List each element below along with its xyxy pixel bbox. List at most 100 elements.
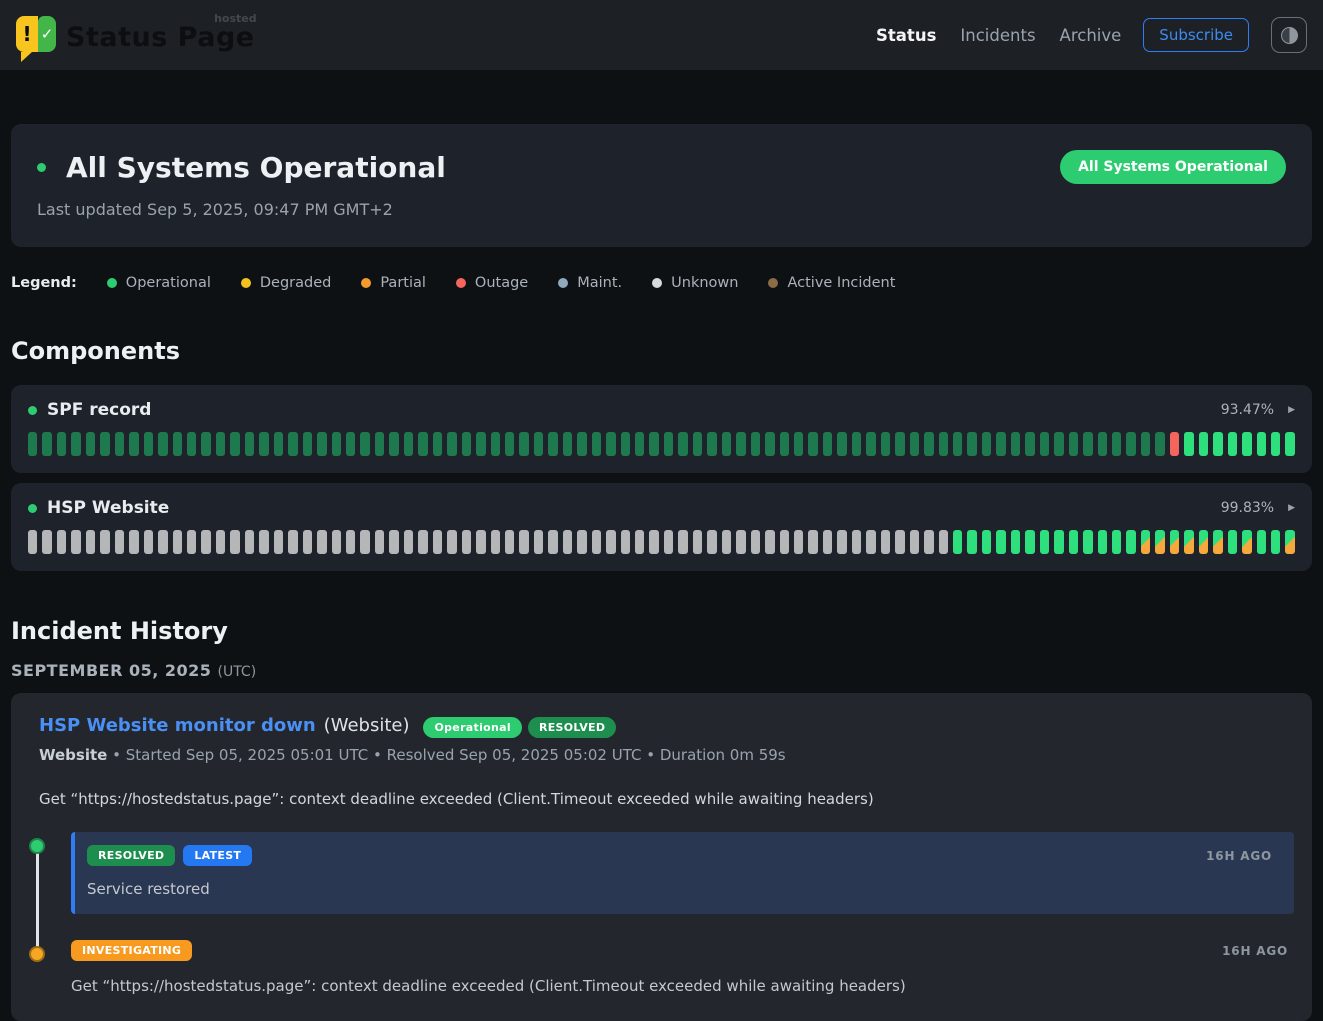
uptime-bar-empty[interactable] bbox=[173, 530, 182, 554]
uptime-bar-empty[interactable] bbox=[765, 530, 774, 554]
uptime-bar-up[interactable] bbox=[1199, 432, 1208, 456]
uptime-bar-dim[interactable] bbox=[592, 432, 601, 456]
uptime-bar-up[interactable] bbox=[1083, 530, 1092, 554]
uptime-bar-dim[interactable] bbox=[360, 432, 369, 456]
uptime-bar-dim[interactable] bbox=[144, 432, 153, 456]
uptime-bar-dim[interactable] bbox=[1126, 432, 1135, 456]
uptime-bar-dim[interactable] bbox=[967, 432, 976, 456]
uptime-bar-dim[interactable] bbox=[881, 432, 890, 456]
uptime-bar-empty[interactable] bbox=[230, 530, 239, 554]
uptime-bar-empty[interactable] bbox=[910, 530, 919, 554]
uptime-bar-up[interactable] bbox=[1025, 530, 1034, 554]
uptime-bar-empty[interactable] bbox=[635, 530, 644, 554]
uptime-bar-up[interactable] bbox=[1257, 530, 1266, 554]
uptime-bar-up[interactable] bbox=[1069, 530, 1078, 554]
uptime-bar-dim[interactable] bbox=[71, 432, 80, 456]
uptime-bar-dim[interactable] bbox=[751, 432, 760, 456]
uptime-bar-dim[interactable] bbox=[621, 432, 630, 456]
nav-item-archive[interactable]: Archive bbox=[1060, 26, 1122, 45]
uptime-bar-mixed[interactable] bbox=[1184, 530, 1193, 554]
uptime-bar-up[interactable] bbox=[953, 530, 962, 554]
uptime-bar-dim[interactable] bbox=[259, 432, 268, 456]
uptime-bar-empty[interactable] bbox=[621, 530, 630, 554]
uptime-bar-dim[interactable] bbox=[1155, 432, 1164, 456]
uptime-bar-empty[interactable] bbox=[866, 530, 875, 554]
uptime-bar-empty[interactable] bbox=[939, 530, 948, 554]
uptime-bar-mixed[interactable] bbox=[1141, 530, 1150, 554]
uptime-bar-empty[interactable] bbox=[245, 530, 254, 554]
uptime-bar-empty[interactable] bbox=[389, 530, 398, 554]
uptime-bar-dim[interactable] bbox=[953, 432, 962, 456]
uptime-bar-empty[interactable] bbox=[360, 530, 369, 554]
uptime-bar-dim[interactable] bbox=[173, 432, 182, 456]
uptime-bar-empty[interactable] bbox=[505, 530, 514, 554]
uptime-bar-empty[interactable] bbox=[346, 530, 355, 554]
uptime-bar-dim[interactable] bbox=[852, 432, 861, 456]
uptime-bar-dim[interactable] bbox=[332, 432, 341, 456]
uptime-bar-dim[interactable] bbox=[303, 432, 312, 456]
uptime-bar-dim[interactable] bbox=[1011, 432, 1020, 456]
uptime-bar-dim[interactable] bbox=[794, 432, 803, 456]
uptime-bar-up[interactable] bbox=[1257, 432, 1266, 456]
uptime-bar-dim[interactable] bbox=[722, 432, 731, 456]
uptime-bar-dim[interactable] bbox=[519, 432, 528, 456]
uptime-bar-empty[interactable] bbox=[100, 530, 109, 554]
expand-arrow-icon[interactable]: ▶ bbox=[1288, 405, 1295, 415]
uptime-bar-dim[interactable] bbox=[1069, 432, 1078, 456]
uptime-bar-dim[interactable] bbox=[404, 432, 413, 456]
uptime-bar-dim[interactable] bbox=[201, 432, 210, 456]
uptime-bar-empty[interactable] bbox=[548, 530, 557, 554]
uptime-bar-empty[interactable] bbox=[780, 530, 789, 554]
uptime-bar-dim[interactable] bbox=[823, 432, 832, 456]
nav-item-incidents[interactable]: Incidents bbox=[960, 26, 1035, 45]
uptime-bar-dim[interactable] bbox=[678, 432, 687, 456]
uptime-bar-empty[interactable] bbox=[577, 530, 586, 554]
uptime-bar-mixed[interactable] bbox=[1285, 530, 1294, 554]
uptime-bar-up[interactable] bbox=[1285, 432, 1294, 456]
uptime-bar-dim[interactable] bbox=[765, 432, 774, 456]
uptime-bar-dim[interactable] bbox=[707, 432, 716, 456]
uptime-bar-up[interactable] bbox=[1040, 530, 1049, 554]
uptime-bar-empty[interactable] bbox=[476, 530, 485, 554]
uptime-bar-dim[interactable] bbox=[28, 432, 37, 456]
uptime-bar-dim[interactable] bbox=[418, 432, 427, 456]
uptime-bar-dim[interactable] bbox=[693, 432, 702, 456]
uptime-bar-dim[interactable] bbox=[924, 432, 933, 456]
uptime-bar-dim[interactable] bbox=[577, 432, 586, 456]
uptime-bar-empty[interactable] bbox=[144, 530, 153, 554]
uptime-bar-empty[interactable] bbox=[823, 530, 832, 554]
uptime-bar-empty[interactable] bbox=[736, 530, 745, 554]
uptime-bar-dim[interactable] bbox=[534, 432, 543, 456]
uptime-bar-empty[interactable] bbox=[462, 530, 471, 554]
uptime-bar-dim[interactable] bbox=[1025, 432, 1034, 456]
uptime-bar-empty[interactable] bbox=[317, 530, 326, 554]
uptime-bar-dim[interactable] bbox=[288, 432, 297, 456]
uptime-bar-dim[interactable] bbox=[505, 432, 514, 456]
uptime-bar-empty[interactable] bbox=[71, 530, 80, 554]
uptime-bar-dim[interactable] bbox=[895, 432, 904, 456]
uptime-bar-empty[interactable] bbox=[332, 530, 341, 554]
uptime-bar-dim[interactable] bbox=[1083, 432, 1092, 456]
uptime-bar-dim[interactable] bbox=[158, 432, 167, 456]
uptime-bar-dim[interactable] bbox=[245, 432, 254, 456]
uptime-bar-empty[interactable] bbox=[678, 530, 687, 554]
uptime-bar-empty[interactable] bbox=[158, 530, 167, 554]
uptime-bar-mixed[interactable] bbox=[1170, 530, 1179, 554]
brand[interactable]: ! ✓ Status Page hosted bbox=[16, 16, 255, 54]
uptime-bar-dim[interactable] bbox=[42, 432, 51, 456]
uptime-bar-dim[interactable] bbox=[317, 432, 326, 456]
uptime-bar-dim[interactable] bbox=[187, 432, 196, 456]
uptime-bar-up[interactable] bbox=[1242, 432, 1251, 456]
uptime-bar-dim[interactable] bbox=[476, 432, 485, 456]
uptime-bar-dim[interactable] bbox=[346, 432, 355, 456]
uptime-bar-up[interactable] bbox=[1271, 530, 1280, 554]
uptime-bar-up[interactable] bbox=[982, 530, 991, 554]
uptime-bar-empty[interactable] bbox=[28, 530, 37, 554]
uptime-bar-dim[interactable] bbox=[996, 432, 1005, 456]
theme-toggle-button[interactable] bbox=[1271, 17, 1307, 53]
uptime-bar-dim[interactable] bbox=[649, 432, 658, 456]
uptime-bar-empty[interactable] bbox=[259, 530, 268, 554]
uptime-bar-dim[interactable] bbox=[939, 432, 948, 456]
uptime-bar-empty[interactable] bbox=[837, 530, 846, 554]
uptime-bar-dim[interactable] bbox=[982, 432, 991, 456]
